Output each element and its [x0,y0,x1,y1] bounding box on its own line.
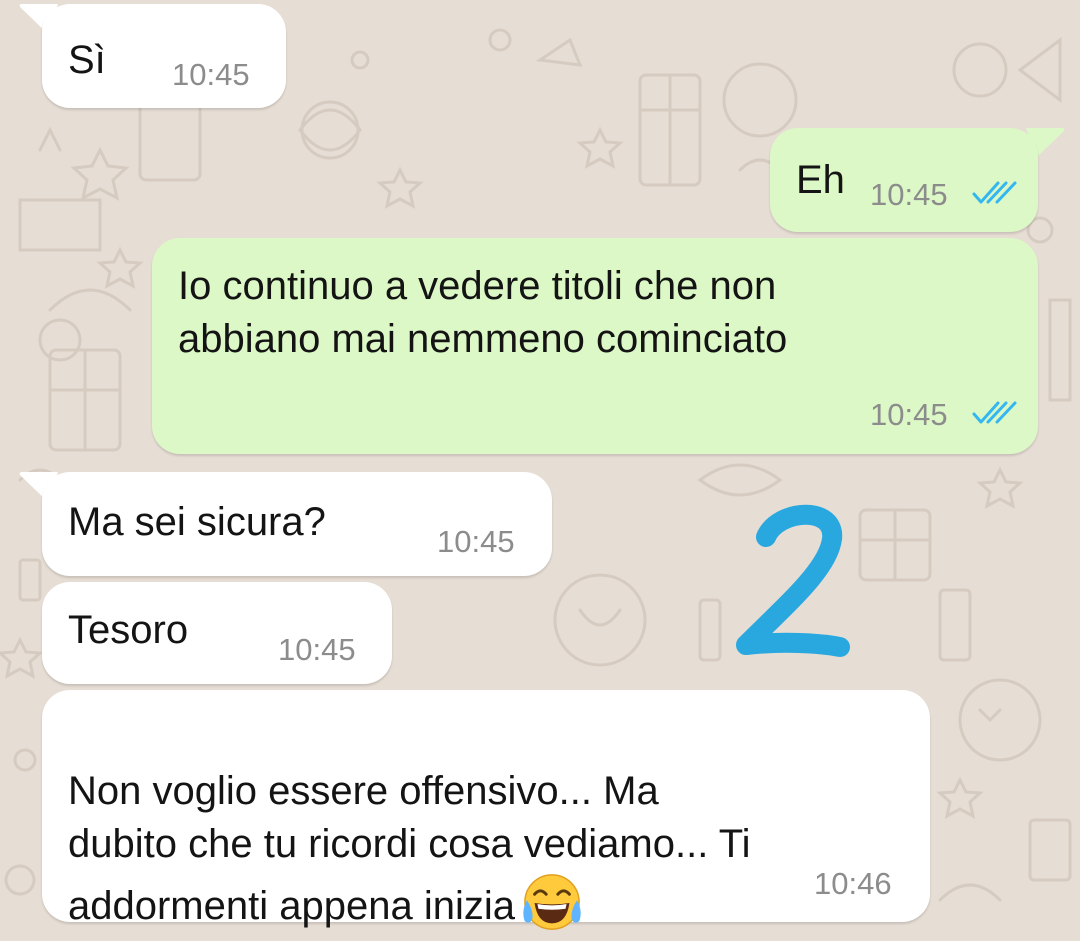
message-bubble-incoming[interactable]: Ma sei sicura? 10:45 [42,472,552,576]
message-timestamp: 10:45 [172,57,250,92]
message-bubble-outgoing[interactable]: Io continuo a vedere titoli che non abbi… [152,238,1038,454]
message-timestamp: 10:45 [437,524,515,559]
message-bubble-outgoing[interactable]: Eh 10:45 [770,128,1038,232]
message-timestamp: 10:45 [870,177,948,212]
read-receipt-icon [972,181,1017,204]
message-text: Sì [68,38,106,82]
message-text: Ma sei sicura? [68,500,326,544]
message-text: Non voglio essere offensivo... Ma dubito… [68,769,751,928]
message-text: Eh [796,158,845,202]
handwritten-number-annotation [736,504,850,657]
message-bubble-incoming[interactable]: Sì 10:45 [42,4,286,108]
message-timestamp: 10:45 [278,632,356,667]
read-receipt-icon [972,401,1017,424]
message-text: Io continuo a vedere titoli che non abbi… [178,264,788,361]
message-text: Tesoro [68,608,189,652]
message-bubble-incoming[interactable]: Tesoro 10:45 [42,582,392,684]
message-timestamp: 10:45 [870,397,948,432]
message-timestamp: 10:46 [814,866,892,901]
message-bubble-incoming[interactable]: Non voglio essere offensivo... Ma dubito… [42,690,930,930]
face-with-tears-of-joy-icon [523,874,581,930]
